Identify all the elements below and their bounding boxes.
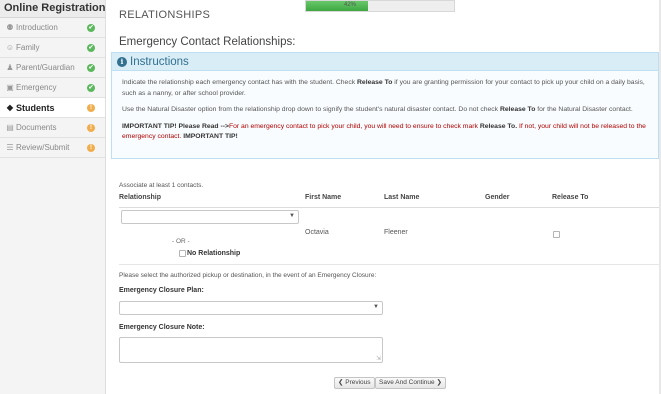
chevron-down-icon: ▼	[373, 304, 379, 310]
associate-hint: Associate at least 1 contacts.	[119, 182, 204, 189]
document-icon: ▤	[6, 123, 14, 132]
column-header-gender: Gender	[485, 194, 510, 201]
column-header-first-name: First Name	[305, 194, 342, 201]
contact-last-name: Fleener	[384, 229, 408, 236]
progress-fill	[306, 1, 369, 11]
check-circle-icon: ✔	[87, 64, 95, 72]
sidebar-item-label: Documents	[16, 123, 57, 132]
users-icon: ☺	[5, 43, 15, 52]
sidebar-title: Online Registration	[0, 0, 105, 18]
check-circle-icon: ✔	[87, 44, 95, 52]
no-relationship-label: No Relationship	[187, 250, 241, 257]
instruction-natural-disaster: Use the Natural Disaster option from the…	[122, 106, 633, 113]
check-circle-icon: ✔	[87, 24, 95, 32]
closure-plan-label: Emergency Closure Plan:	[119, 287, 204, 294]
column-header-relationship: Relationship	[119, 194, 162, 201]
no-relationship-checkbox[interactable]	[179, 250, 186, 257]
instructions-body: Indicate the relationship each emergency…	[112, 71, 658, 143]
sidebar-item-label: Students	[16, 103, 55, 113]
progress-bar	[305, 0, 455, 12]
row-divider	[119, 264, 659, 265]
warning-icon: !	[87, 104, 95, 112]
main-content: RELATIONSHIPS 42% Emergency Contact Rela…	[107, 0, 661, 394]
relationship-select[interactable]: ▼	[121, 210, 299, 224]
or-divider: - OR -	[172, 238, 190, 245]
check-circle-icon: ✔	[87, 84, 95, 92]
sidebar-item-label: Family	[16, 43, 40, 52]
closure-note-textarea[interactable]: ⇲	[119, 337, 383, 363]
instructions-heading: Instructions	[130, 56, 189, 68]
warning-icon: !	[87, 144, 95, 152]
sidebar-item-documents[interactable]: ▤ Documents!	[0, 118, 105, 138]
sidebar-item-label: Introduction	[16, 23, 58, 32]
sidebar-item-label: Emergency	[16, 83, 57, 92]
resize-handle-icon[interactable]: ⇲	[376, 356, 381, 362]
warning-icon: !	[87, 124, 95, 132]
closure-plan-select[interactable]: ▼	[119, 301, 383, 315]
graduation-cap-icon: ◆	[6, 103, 14, 112]
save-and-continue-button[interactable]: Save And Continue ❯	[375, 377, 446, 389]
page-title: RELATIONSHIPS	[119, 9, 211, 21]
previous-button[interactable]: ❮ Previous	[334, 377, 375, 389]
instructions-panel: i Instructions Indicate the relationship …	[111, 52, 659, 159]
instruction-release-to: Indicate the relationship each emergency…	[122, 79, 645, 97]
section-heading: Emergency Contact Relationships:	[119, 36, 296, 48]
progress-label: 42%	[344, 2, 357, 8]
contacts-table-header: Relationship First Name Last Name Gender…	[119, 194, 659, 208]
user-icon: ♟	[6, 63, 14, 72]
sidebar-item-students[interactable]: ◆ Students!	[0, 98, 105, 118]
instructions-header: i Instructions	[112, 53, 658, 71]
sidebar-item-review-submit[interactable]: ☰ Review/Submit!	[0, 138, 105, 158]
lightbulb-icon: ⚉	[6, 23, 14, 32]
sidebar-item-family[interactable]: ☺ Family ✔	[0, 38, 105, 58]
sidebar-item-label: Review/Submit	[16, 143, 70, 152]
sidebar-item-parent-guardian[interactable]: ♟ Parent/Guardian ✔	[0, 58, 105, 78]
closure-question: Please select the authorized pickup or d…	[119, 272, 377, 279]
column-header-release-to: Release To	[552, 194, 589, 201]
release-to-checkbox[interactable]	[553, 231, 560, 238]
list-icon: ☰	[6, 143, 14, 152]
chevron-down-icon: ▼	[289, 213, 295, 219]
sidebar: Online Registration ⚉ Introduction ✔ ☺ Famil…	[0, 0, 106, 394]
sidebar-item-emergency[interactable]: ▣ Emergency ✔	[0, 78, 105, 98]
sidebar-item-introduction[interactable]: ⚉ Introduction ✔	[0, 18, 105, 38]
info-icon: i	[117, 57, 127, 67]
closure-note-label: Emergency Closure Note:	[119, 324, 205, 331]
instruction-important-tip: IMPORTANT TIP! Please Read -->For an eme…	[122, 122, 646, 141]
sidebar-item-label: Parent/Guardian	[16, 63, 75, 72]
ambulance-icon: ▣	[6, 83, 14, 92]
contact-first-name: Octavia	[305, 229, 329, 236]
column-header-last-name: Last Name	[384, 194, 420, 201]
